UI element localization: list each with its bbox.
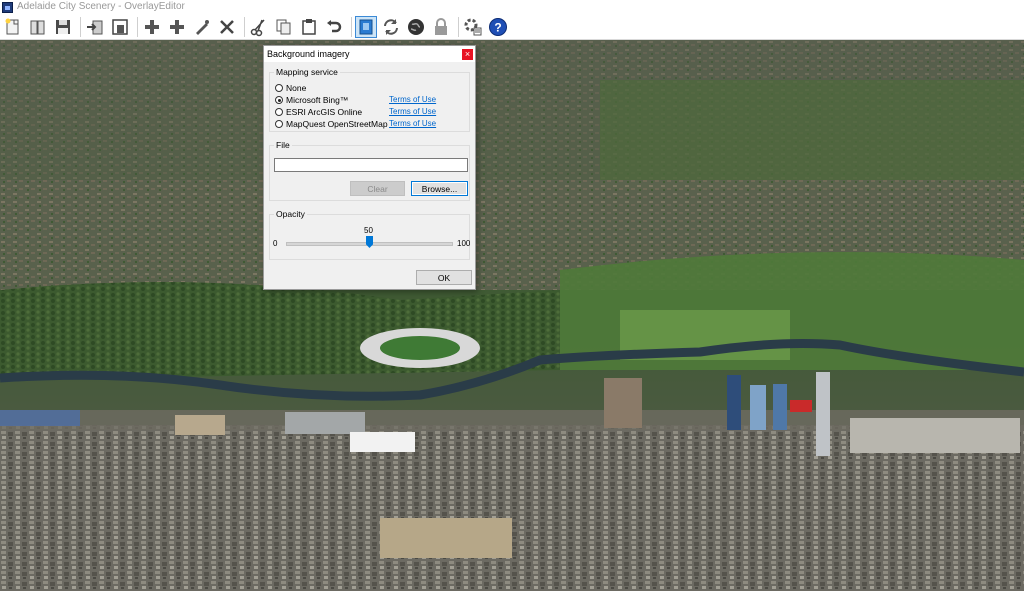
radio-button[interactable]: [275, 96, 283, 104]
radio-label: MapQuest OpenStreetMap: [286, 119, 388, 129]
radio-label: None: [286, 83, 307, 93]
add-node-icon[interactable]: [166, 16, 188, 38]
delete-icon[interactable]: [216, 16, 238, 38]
radio-label: Microsoft Bing™: [286, 95, 349, 105]
lock-icon[interactable]: [430, 16, 452, 38]
opacity-max-label: 100: [457, 239, 471, 248]
toolbar-separator: [244, 16, 245, 37]
globe-icon[interactable]: [405, 16, 427, 38]
opacity-group: Opacity 50 0 100: [269, 209, 471, 260]
dialog-title-bar: Background imagery ×: [264, 46, 475, 62]
dialog-title: Background imagery: [267, 49, 350, 59]
cut-icon[interactable]: [248, 16, 270, 38]
toolbar-separator: [458, 16, 459, 37]
radio-button[interactable]: [275, 84, 283, 92]
mapping-service-group: Mapping service None Microsoft Bing™ Ter…: [269, 67, 470, 132]
aerial-imagery: [0, 40, 1024, 591]
add-icon[interactable]: [141, 16, 163, 38]
reload-icon[interactable]: [380, 16, 402, 38]
toolbar-separator: [80, 16, 81, 37]
toolbar: ?: [0, 14, 1024, 40]
ok-button[interactable]: OK: [416, 270, 472, 285]
undo-icon[interactable]: [323, 16, 345, 38]
file-label: File: [274, 140, 292, 150]
mapping-service-label: Mapping service: [274, 67, 340, 77]
radio-button[interactable]: [275, 108, 283, 116]
toolbar-separator: [137, 16, 138, 37]
opacity-value: 50: [364, 226, 373, 235]
terms-of-use-link[interactable]: Terms of Use: [389, 95, 436, 104]
map-view[interactable]: [0, 40, 1024, 591]
radio-microsoft-bing[interactable]: Microsoft Bing™: [275, 95, 348, 105]
radio-button[interactable]: [275, 120, 283, 128]
file-path-input[interactable]: [274, 158, 468, 172]
svg-text:?: ?: [494, 20, 501, 34]
import-icon[interactable]: [84, 16, 106, 38]
radio-label: ESRI ArcGIS Online: [286, 107, 363, 117]
preferences-icon[interactable]: [462, 16, 484, 38]
radio-none[interactable]: None: [275, 83, 306, 93]
new-icon[interactable]: [2, 16, 24, 38]
toolbar-separator: [351, 16, 352, 37]
background-imagery-dialog: Background imagery × Mapping service Non…: [263, 45, 476, 290]
background-imagery-icon[interactable]: [355, 15, 377, 38]
paste-icon[interactable]: [298, 16, 320, 38]
opacity-min-label: 0: [273, 239, 278, 248]
radio-esri-arcgis[interactable]: ESRI ArcGIS Online: [275, 107, 362, 117]
window-title: Adelaide City Scenery - OverlayEditor: [17, 1, 185, 12]
help-icon[interactable]: ?: [487, 16, 509, 38]
open-icon[interactable]: [27, 16, 49, 38]
browse-button[interactable]: Browse...: [411, 181, 468, 196]
opacity-slider-thumb[interactable]: [366, 236, 373, 248]
file-group: File Clear Browse...: [269, 140, 470, 201]
opacity-label: Opacity: [274, 209, 307, 219]
draw-icon[interactable]: [191, 16, 213, 38]
clear-button[interactable]: Clear: [350, 181, 405, 196]
terms-of-use-link[interactable]: Terms of Use: [389, 119, 436, 128]
radio-mapquest-osm[interactable]: MapQuest OpenStreetMap: [275, 119, 388, 129]
app-icon: [2, 1, 13, 13]
terms-of-use-link[interactable]: Terms of Use: [389, 107, 436, 116]
close-icon[interactable]: ×: [462, 48, 473, 60]
copy-icon[interactable]: [273, 16, 295, 38]
save-icon[interactable]: [52, 16, 74, 38]
title-bar: Adelaide City Scenery - OverlayEditor: [0, 0, 1024, 14]
export-icon[interactable]: [109, 16, 131, 38]
